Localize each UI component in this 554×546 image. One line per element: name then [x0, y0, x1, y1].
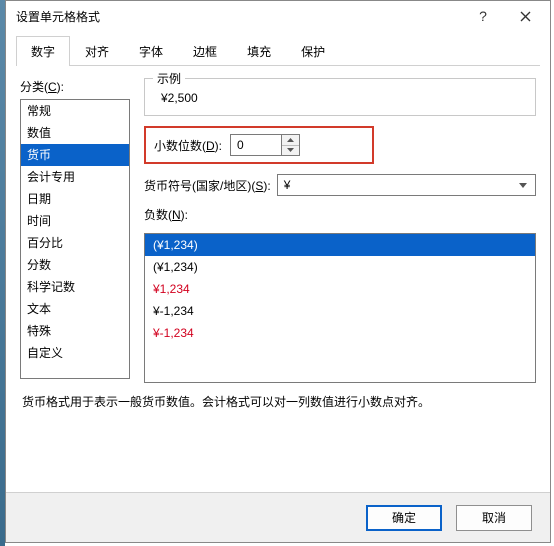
category-item[interactable]: 自定义	[21, 342, 129, 364]
tab-5[interactable]: 保护	[286, 36, 340, 66]
chevron-down-icon	[515, 183, 531, 188]
sample-box: 示例 ¥2,500	[144, 78, 536, 116]
tab-4[interactable]: 填充	[232, 36, 286, 66]
category-list[interactable]: 常规数值货币会计专用日期时间百分比分数科学记数文本特殊自定义	[20, 99, 130, 379]
cancel-button[interactable]: 取消	[456, 505, 532, 531]
category-item[interactable]: 日期	[21, 188, 129, 210]
currency-symbol-select[interactable]: ¥	[277, 174, 536, 196]
category-item[interactable]: 货币	[21, 144, 129, 166]
tabstrip: 数字对齐字体边框填充保护	[16, 31, 540, 66]
tab-3[interactable]: 边框	[178, 36, 232, 66]
category-item[interactable]: 会计专用	[21, 166, 129, 188]
negative-numbers-label: 负数(N):	[144, 206, 536, 223]
spinner-up-button[interactable]	[282, 135, 299, 145]
dialog-footer: 确定 取消	[6, 492, 550, 542]
titlebar: 设置单元格格式 ?	[6, 1, 550, 31]
close-button[interactable]	[504, 2, 546, 30]
negative-format-item[interactable]: ¥1,234	[145, 278, 535, 300]
decimal-places-label: 小数位数(D):	[154, 137, 222, 154]
chevron-down-icon	[287, 148, 294, 152]
category-item[interactable]: 分数	[21, 254, 129, 276]
category-item[interactable]: 文本	[21, 298, 129, 320]
dialog-body: 分类(C): 常规数值货币会计专用日期时间百分比分数科学记数文本特殊自定义 示例…	[6, 66, 550, 492]
tab-1[interactable]: 对齐	[70, 36, 124, 66]
sample-label: 示例	[153, 70, 185, 87]
negative-numbers-list[interactable]: (¥1,234)(¥1,234)¥1,234¥-1,234¥-1,234	[144, 233, 536, 383]
category-item[interactable]: 科学记数	[21, 276, 129, 298]
category-label: 分类(C):	[20, 78, 130, 95]
category-item[interactable]: 数值	[21, 122, 129, 144]
negative-format-item[interactable]: ¥-1,234	[145, 322, 535, 344]
category-item[interactable]: 百分比	[21, 232, 129, 254]
negative-format-item[interactable]: ¥-1,234	[145, 300, 535, 322]
negative-format-item[interactable]: (¥1,234)	[145, 256, 535, 278]
decimal-places-row: 小数位数(D):	[144, 126, 374, 164]
tab-0[interactable]: 数字	[16, 36, 70, 66]
chevron-up-icon	[287, 138, 294, 142]
tab-2[interactable]: 字体	[124, 36, 178, 66]
decimal-places-spinner[interactable]	[230, 134, 300, 156]
dialog-title: 设置单元格格式	[16, 8, 100, 25]
decimal-places-input[interactable]	[231, 135, 281, 155]
help-icon: ?	[479, 8, 487, 24]
close-icon	[520, 11, 531, 22]
format-description: 货币格式用于表示一般货币数值。会计格式可以对一列数值进行小数点对齐。	[20, 383, 536, 410]
spinner-down-button[interactable]	[282, 145, 299, 156]
category-item[interactable]: 特殊	[21, 320, 129, 342]
format-cells-dialog: 设置单元格格式 ? 数字对齐字体边框填充保护 分类(C): 常规数值货币会计专用…	[5, 0, 551, 543]
ok-button[interactable]: 确定	[366, 505, 442, 531]
category-item[interactable]: 常规	[21, 100, 129, 122]
currency-symbol-value: ¥	[284, 178, 291, 192]
sample-value: ¥2,500	[155, 83, 525, 105]
negative-format-item[interactable]: (¥1,234)	[145, 234, 535, 256]
category-item[interactable]: 时间	[21, 210, 129, 232]
help-button[interactable]: ?	[462, 2, 504, 30]
currency-symbol-label: 货币符号(国家/地区)(S):	[144, 177, 271, 194]
